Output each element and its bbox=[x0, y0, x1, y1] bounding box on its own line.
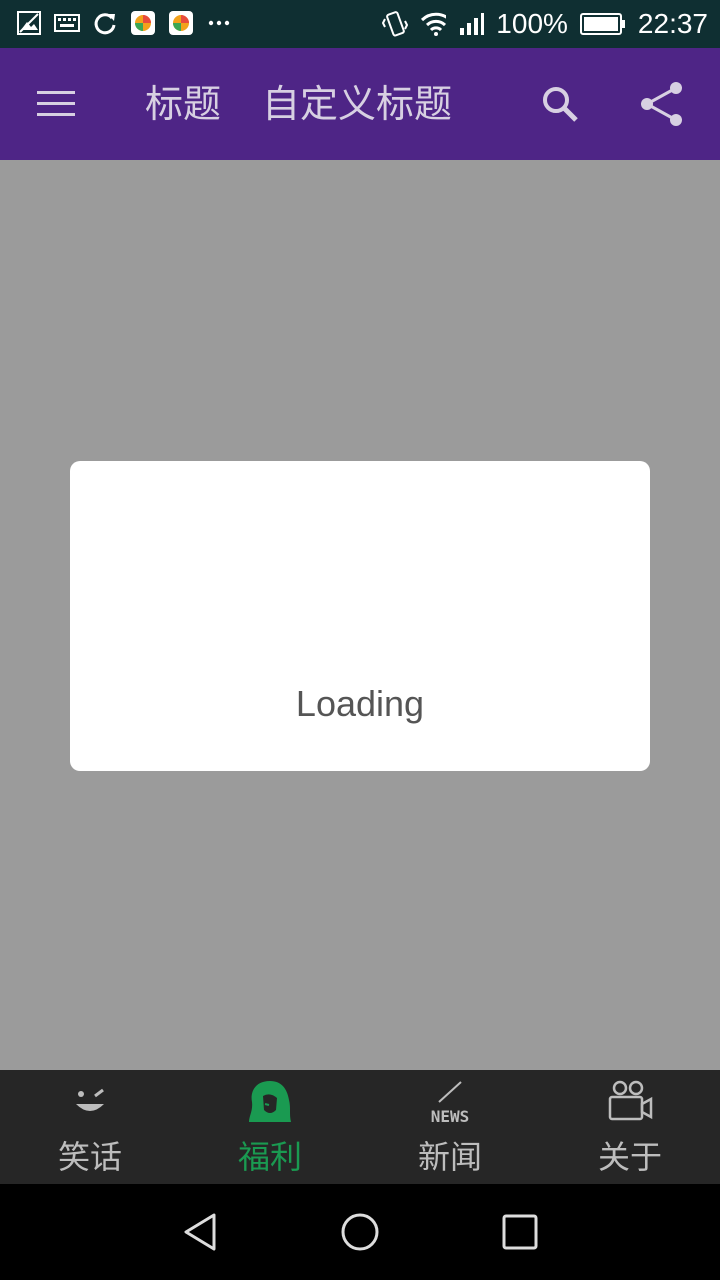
tab-label: 关于 bbox=[597, 1138, 662, 1176]
back-icon[interactable] bbox=[176, 1208, 224, 1256]
keyboard-icon bbox=[54, 10, 80, 36]
woman-icon bbox=[245, 1078, 295, 1126]
tab-welfare[interactable]: 福利 bbox=[180, 1070, 360, 1184]
page-title: 标题 bbox=[145, 82, 222, 126]
sync-icon bbox=[92, 10, 118, 36]
battery-icon bbox=[579, 11, 626, 37]
system-nav-bar bbox=[0, 1184, 720, 1280]
loading-dialog: Loading bbox=[70, 461, 650, 771]
tab-news[interactable]: NEWS 新闻 bbox=[360, 1070, 540, 1184]
tab-label: 笑话 bbox=[57, 1138, 122, 1176]
loading-text: Loading bbox=[295, 683, 425, 724]
app-icon bbox=[130, 10, 156, 36]
search-icon[interactable] bbox=[532, 76, 588, 132]
smiley-icon bbox=[65, 1078, 115, 1126]
status-bar: 100% 22:37 bbox=[0, 0, 720, 48]
app-icon bbox=[168, 10, 194, 36]
signal-icon bbox=[458, 11, 485, 37]
app-bar: 标题 自定义标题 bbox=[0, 48, 720, 160]
camera-icon bbox=[605, 1078, 655, 1126]
recents-icon[interactable] bbox=[496, 1208, 544, 1256]
wifi-icon bbox=[420, 11, 447, 37]
image-icon bbox=[16, 10, 42, 36]
custom-title: 自定义标题 bbox=[262, 82, 453, 126]
clock: 22:37 bbox=[637, 8, 708, 39]
tab-label: 新闻 bbox=[417, 1138, 482, 1176]
menu-icon[interactable] bbox=[28, 76, 84, 132]
tab-jokes[interactable]: 笑话 bbox=[0, 1070, 180, 1184]
tab-label: 福利 bbox=[237, 1138, 302, 1176]
more-icon bbox=[206, 10, 232, 36]
bottom-tab-bar: 笑话 福利 NEWS 新闻 关于 bbox=[0, 1070, 720, 1184]
tab-about[interactable]: 关于 bbox=[540, 1070, 720, 1184]
battery-percent: 100% bbox=[496, 8, 568, 39]
vibrate-icon bbox=[382, 11, 409, 37]
svg-text:NEWS: NEWS bbox=[431, 1107, 470, 1126]
home-icon[interactable] bbox=[336, 1208, 384, 1256]
news-icon: NEWS bbox=[425, 1078, 475, 1126]
share-icon[interactable] bbox=[634, 76, 690, 132]
